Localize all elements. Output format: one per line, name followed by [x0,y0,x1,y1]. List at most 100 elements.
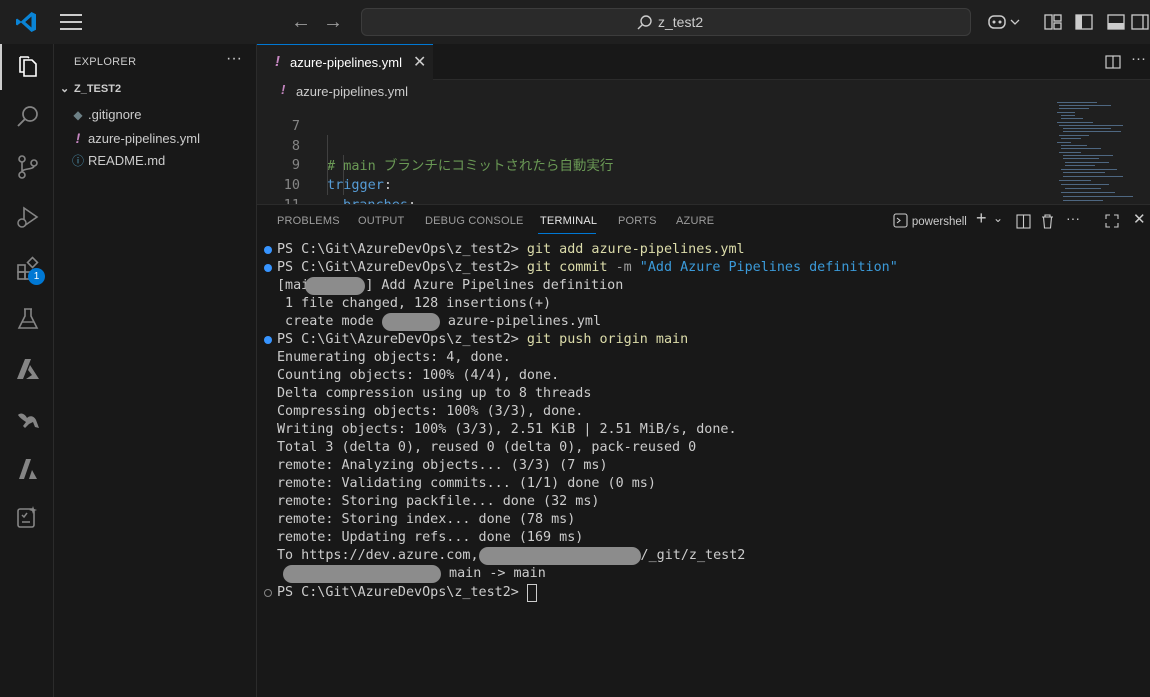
trash-icon[interactable] [1040,213,1055,229]
file-label: .gitignore [88,107,142,122]
editor-tabs: ! azure-pipelines.yml ✕ ··· [257,44,1150,80]
tab-problems[interactable]: PROBLEMS [277,215,340,227]
more-actions-icon[interactable]: ··· [226,50,242,68]
more-actions-icon[interactable]: ··· [1131,50,1146,67]
command-decoration-dot [264,589,272,597]
new-terminal-icon[interactable]: + [976,208,987,229]
close-panel-icon[interactable]: ✕ [1133,210,1146,228]
minimap[interactable] [1057,102,1137,204]
terminal-selector[interactable]: powershell [893,212,967,228]
file-gitignore[interactable]: ◆ .gitignore [68,104,141,126]
forward-arrow-icon[interactable]: → [321,10,345,34]
tab-output[interactable]: OUTPUT [358,215,404,227]
command-decoration-dot [264,336,272,344]
redacted-hash-range [283,565,441,583]
tab-azure[interactable]: AZURE [676,215,714,227]
yaml-icon: ! [275,53,280,70]
terminal-output[interactable]: PS C:\Git\AzureDevOps\z_test2> git add a… [257,241,1150,697]
code-line: 7 [257,102,1037,134]
toggle-secondary-sidebar-icon[interactable] [1130,12,1150,32]
yaml-icon: ! [281,82,286,97]
kangaroo-icon[interactable] [15,406,41,432]
search-icon [637,15,652,30]
terminal-line: Total 3 (delta 0), reused 0 (delta 0), p… [277,440,697,455]
terminal-line: PS C:\Git\AzureDevOps\z_test2> git push … [277,332,689,347]
folder-name: Z_TEST2 [74,83,122,95]
tab-terminal[interactable]: TERMINAL [540,215,597,227]
activity-bar: 1 [0,44,54,697]
gitignore-icon: ◆ [73,108,83,122]
toggle-primary-sidebar-icon[interactable] [1074,12,1094,32]
terminal-line: PS C:\Git\AzureDevOps\z_test2> git commi… [277,260,898,275]
customize-layout-icon[interactable] [1043,12,1063,32]
file-readme[interactable]: ⓘ README.md [68,150,165,172]
menu-icon[interactable] [60,14,82,30]
code-line: 9 trigger: [257,135,1037,193]
redacted-org [478,547,641,565]
command-decoration-dot [264,246,272,254]
bottom-panel: PROBLEMS OUTPUT DEBUG CONSOLE TERMINAL P… [257,204,1150,697]
terminal-line: Counting objects: 100% (4/4), done. [277,368,560,383]
explorer-sidebar: EXPLORER ··· ⌄ Z_TEST2 ◆ .gitignore ! azure… [54,44,257,697]
copilot-icon[interactable] [987,12,1021,32]
close-icon[interactable]: ✕ [413,52,426,72]
terminal-line: Enumerating objects: 4, done. [277,350,511,365]
testing-icon[interactable] [15,306,41,332]
terminal-line: To https://dev.azure.com,/_git/z_test2 [277,547,746,565]
terminal-line: Delta compression using up to 8 threads [277,386,592,401]
split-editor-icon[interactable] [1105,54,1121,70]
code-line: 8 # main ブランチにコミットされたら自動実行 [257,116,1037,174]
chevron-down-icon[interactable]: ⌄ [993,211,1003,225]
split-terminal-icon[interactable] [1016,214,1031,229]
terminal-line: [main] Add Azure Pipelines definition [277,277,624,295]
more-actions-icon[interactable]: ··· [1066,210,1080,226]
line-number: 11 [257,195,300,204]
tab-debug-console[interactable]: DEBUG CONSOLE [425,215,524,227]
run-debug-icon[interactable] [15,204,41,230]
redacted-mode [381,313,440,331]
shell-label: powershell [911,216,967,228]
tab-label: azure-pipelines.yml [290,55,402,70]
vscode-logo-icon[interactable] [14,10,38,34]
terminal-line: create mode azure-pipelines.yml [277,313,602,331]
terminal-icon [893,213,908,228]
terminal-line: remote: Storing packfile... done (32 ms) [277,494,600,509]
redacted-hash [305,277,366,295]
yaml-icon: ! [75,130,81,146]
tab-azure-pipelines[interactable]: ! azure-pipelines.yml ✕ [257,44,433,80]
terminal-line: 1 file changed, 128 insertions(+) [277,296,552,311]
code-editor[interactable]: 7 8 # main ブランチにコミットされたら自動実行 9 trigger: … [257,102,1150,204]
terminal-line: PS C:\Git\AzureDevOps\z_test2> [277,584,537,602]
search-text: z_test2 [658,14,704,30]
terminal-line: PS C:\Git\AzureDevOps\z_test2> git add a… [277,242,745,257]
command-decoration-dot [264,264,272,272]
code-line: 10 branches: [257,155,1037,204]
breadcrumb-file[interactable]: azure-pipelines.yml [296,84,408,99]
terminal-line: Compressing objects: 100% (3/3), done. [277,404,584,419]
maximize-panel-icon[interactable] [1105,214,1119,228]
tasks-icon[interactable] [15,504,41,530]
title-bar: ← → z_test2 [0,0,1150,44]
yaml-key: branches [343,197,408,204]
search-icon[interactable] [15,104,41,130]
azure-ai-icon[interactable] [15,456,41,482]
explorer-icon[interactable] [15,54,41,80]
terminal-cursor [526,584,537,602]
chevron-down-icon: ⌄ [60,83,70,95]
command-center-search[interactable]: z_test2 [361,8,971,36]
file-azure-pipelines[interactable]: ! azure-pipelines.yml [68,127,200,149]
code-line: 11 include: [257,175,1037,204]
tab-ports[interactable]: PORTS [618,215,657,227]
file-label: README.md [88,153,166,168]
breadcrumb: ! azure-pipelines.yml [257,80,1150,102]
active-tab-underline [538,233,596,234]
toggle-panel-icon[interactable] [1106,12,1126,32]
back-arrow-icon[interactable]: ← [289,10,313,34]
folder-z-test2[interactable]: ⌄ Z_TEST2 [60,82,121,95]
active-indicator [0,44,2,90]
terminal-line: remote: Updating refs... done (169 ms) [277,530,584,545]
source-control-icon[interactable] [15,154,41,180]
terminal-line: Writing objects: 100% (3/3), 2.51 KiB | … [277,422,737,437]
extensions-badge: 1 [28,268,45,285]
azure-icon[interactable] [15,356,41,382]
